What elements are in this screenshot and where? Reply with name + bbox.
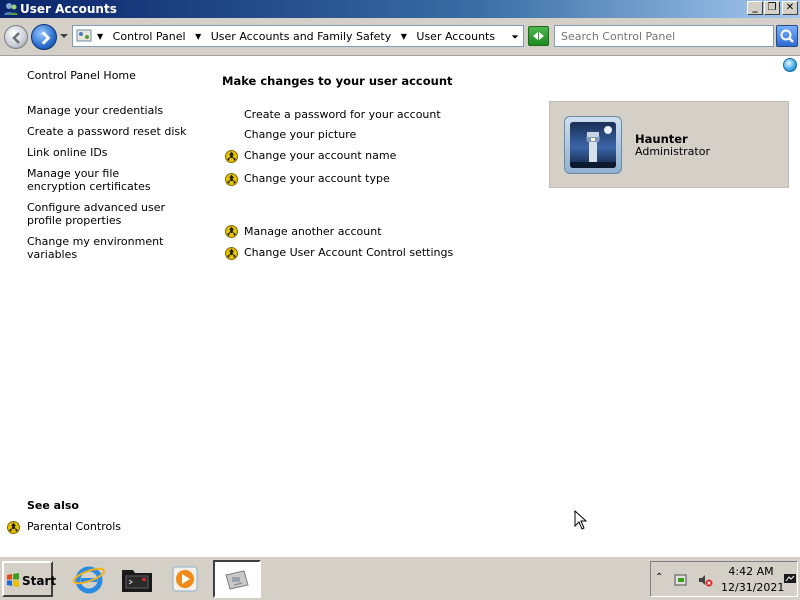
manage-another-account-link[interactable]: Manage another account xyxy=(244,225,382,238)
arrow-right-icon xyxy=(41,31,51,45)
breadcrumb: ▼ Control Panel ▼ User Accounts and Fami… xyxy=(97,30,501,43)
parental-controls-link[interactable]: Parental Controls xyxy=(27,520,121,533)
uac-settings-link[interactable]: Change User Account Control settings xyxy=(244,246,453,259)
breadcrumb-user-accounts-family-safety[interactable]: User Accounts and Family Safety xyxy=(211,30,391,43)
start-button[interactable]: Start xyxy=(2,561,57,597)
address-history-dropdown[interactable] xyxy=(511,33,519,41)
change-account-type-link[interactable]: Change your account type xyxy=(244,172,390,185)
breadcrumb-control-panel[interactable]: Control Panel xyxy=(113,30,186,43)
control-panel-home-link[interactable]: Control Panel Home xyxy=(27,69,202,82)
volume-muted-icon[interactable] xyxy=(697,572,713,588)
password-reset-disk-link[interactable]: Create a password reset disk xyxy=(27,125,202,138)
see-also-heading: See also xyxy=(27,499,79,512)
action-center-icon[interactable] xyxy=(673,572,689,588)
chevron-down-icon[interactable]: ▼ xyxy=(195,32,201,41)
environment-variables-link[interactable]: Change my environment variables xyxy=(27,235,202,261)
address-box[interactable]: ▼ Control Panel ▼ User Accounts and Fami… xyxy=(72,25,524,47)
change-picture-link[interactable]: Change your picture xyxy=(244,128,356,141)
clock-date[interactable]: 12/31/2021 xyxy=(721,581,784,594)
taskbar-control-panel-window[interactable] xyxy=(213,560,261,598)
forward-button[interactable] xyxy=(31,24,57,50)
media-player-icon[interactable] xyxy=(168,562,202,596)
manage-credentials-link[interactable]: Manage your credentials xyxy=(27,104,202,117)
maximize-button[interactable]: ❐ xyxy=(764,1,780,15)
clock-time[interactable]: 4:42 AM xyxy=(725,565,777,578)
taskbar: Start ⌃ 4:42 AM 12/31/2021 xyxy=(0,556,800,600)
windows-logo-icon xyxy=(7,573,19,587)
advanced-profile-link[interactable]: Configure advanced user profile properti… xyxy=(27,201,192,227)
back-button[interactable] xyxy=(4,25,28,49)
avatar[interactable] xyxy=(564,116,622,174)
uac-shield-icon xyxy=(225,173,238,186)
uac-shield-icon xyxy=(225,247,238,260)
internet-explorer-icon[interactable] xyxy=(72,562,106,596)
terminal-folder-icon[interactable] xyxy=(120,562,154,596)
chevron-down-icon[interactable]: ▼ xyxy=(401,32,407,41)
uac-shield-icon xyxy=(225,150,238,163)
account-name: Haunter xyxy=(635,132,688,146)
user-accounts-icon xyxy=(4,3,18,15)
content-area: Control Panel Home Manage your credentia… xyxy=(0,57,800,556)
uac-shield-icon xyxy=(7,521,20,534)
chevron-down-icon[interactable]: ▼ xyxy=(97,32,103,41)
title-bar[interactable]: User Accounts _ ❐ ✕ xyxy=(0,0,800,18)
account-panel: Haunter Administrator xyxy=(549,101,789,188)
minimize-button[interactable]: _ xyxy=(747,1,763,15)
change-account-name-link[interactable]: Change your account name xyxy=(244,149,396,162)
uac-shield-icon xyxy=(225,225,238,238)
page-heading: Make changes to your user account xyxy=(222,74,453,88)
help-icon[interactable] xyxy=(783,58,797,72)
link-online-ids-link[interactable]: Link online IDs xyxy=(27,146,202,159)
search-icon xyxy=(780,29,794,43)
search-button[interactable] xyxy=(776,25,798,47)
create-password-link[interactable]: Create a password for your account xyxy=(244,108,441,121)
refresh-button[interactable] xyxy=(528,26,549,46)
system-tray: ⌃ 4:42 AM 12/31/2021 xyxy=(650,561,798,597)
search-input[interactable] xyxy=(561,27,771,45)
start-label: Start xyxy=(22,574,57,588)
address-toolbar: ▼ Control Panel ▼ User Accounts and Fami… xyxy=(0,18,800,56)
file-encryption-link[interactable]: Manage your file encryption certificates xyxy=(27,167,177,193)
account-role: Administrator xyxy=(635,145,710,158)
window-title: User Accounts xyxy=(20,2,117,16)
show-hidden-icons-icon[interactable]: ⌃ xyxy=(655,572,663,583)
refresh-icon xyxy=(533,32,544,40)
search-box[interactable] xyxy=(554,25,774,47)
close-button[interactable]: ✕ xyxy=(782,1,798,15)
control-panel-icon xyxy=(76,29,92,42)
breadcrumb-user-accounts[interactable]: User Accounts xyxy=(416,30,495,43)
show-desktop-icon[interactable] xyxy=(783,571,797,587)
recent-pages-dropdown[interactable] xyxy=(59,31,69,41)
control-panel-icon xyxy=(225,570,249,590)
mouse-cursor-icon xyxy=(574,510,588,530)
lighthouse-icon xyxy=(570,126,616,168)
arrow-left-icon xyxy=(12,32,20,44)
